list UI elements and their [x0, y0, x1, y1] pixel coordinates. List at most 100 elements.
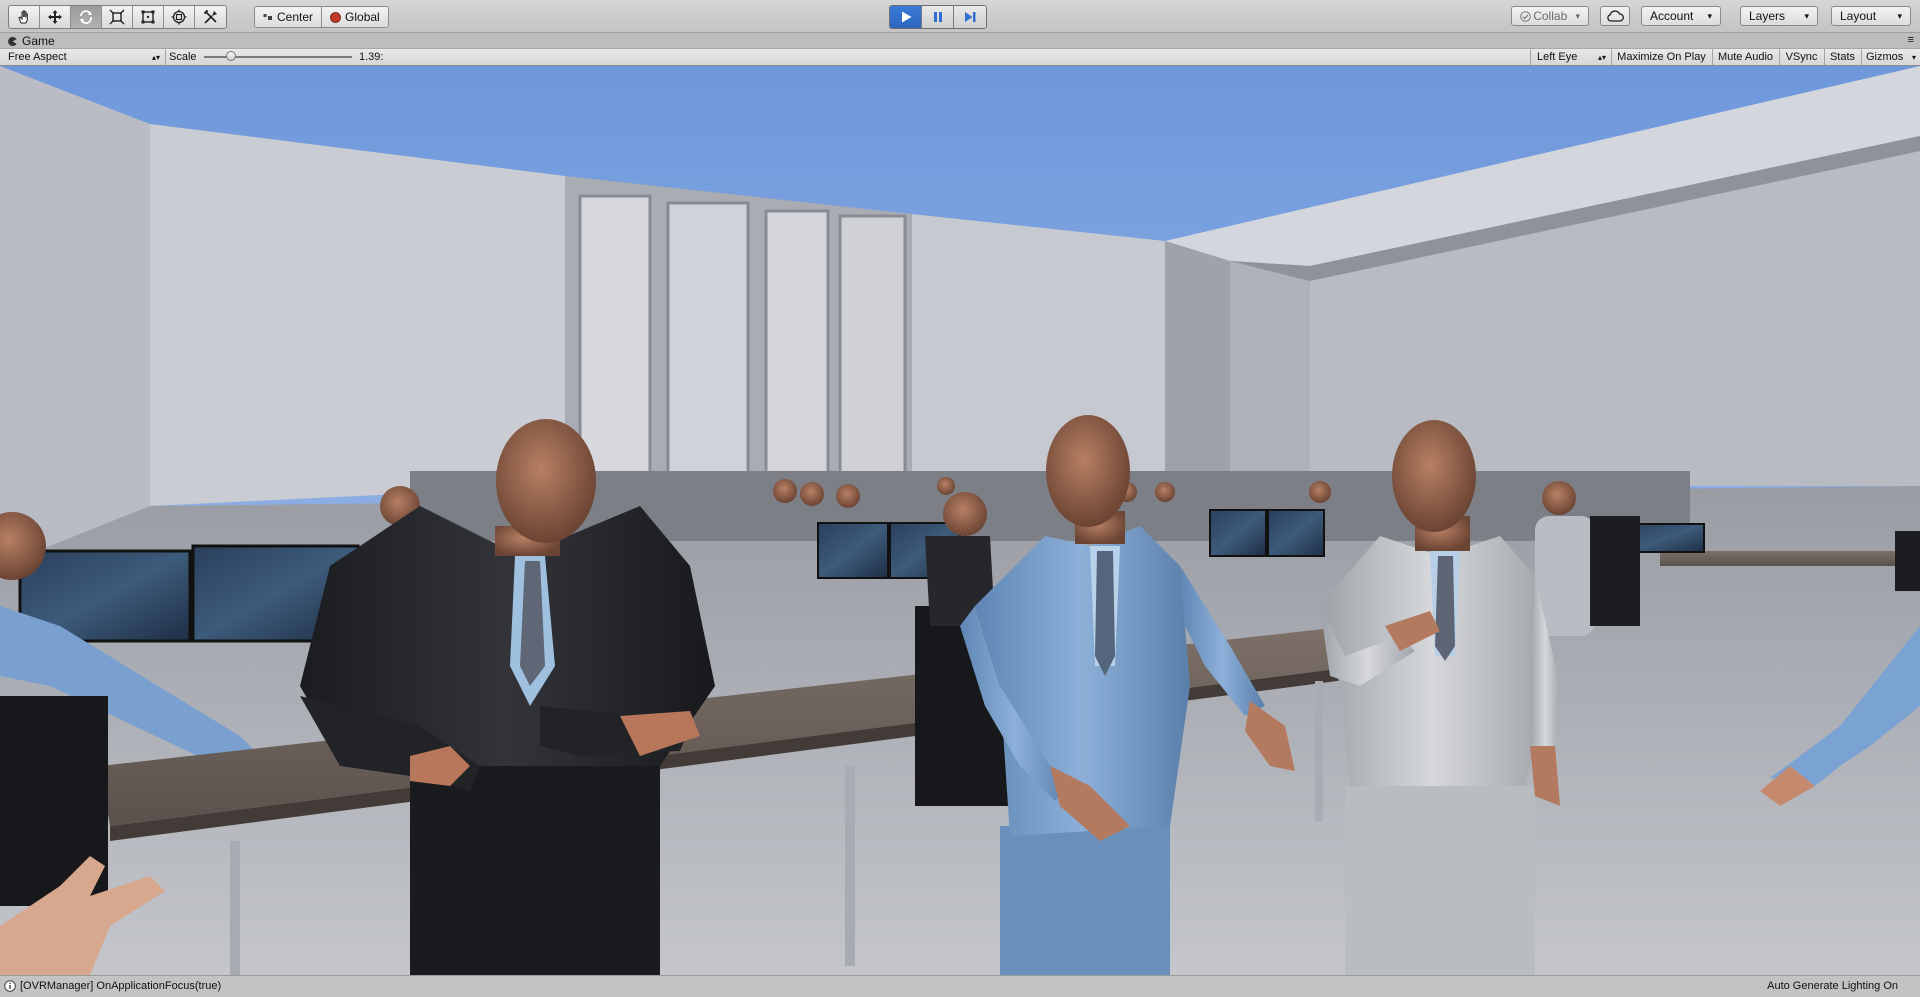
check-circle-icon — [1520, 10, 1531, 22]
office-chair — [1895, 531, 1920, 591]
monitor — [1267, 509, 1325, 557]
eye-dropdown[interactable]: Left Eye ▴▾ — [1530, 49, 1610, 65]
transform-icon — [171, 9, 187, 25]
play-icon — [901, 11, 911, 23]
rotate-icon — [80, 10, 92, 24]
background-person-head — [836, 484, 860, 508]
tab-game-label: Game — [22, 34, 55, 48]
back-desk — [1660, 551, 1900, 566]
collab-caret-icon: ▾ — [1575, 10, 1580, 21]
right-wall — [1230, 261, 1310, 486]
move-icon — [48, 10, 62, 24]
mute-audio-toggle[interactable]: Mute Audio — [1712, 49, 1778, 65]
stats-toggle[interactable]: Stats — [1824, 49, 1860, 65]
background-person-head — [800, 482, 824, 506]
pivot-toggles: Center Global — [254, 6, 389, 28]
background-person-head — [1542, 481, 1576, 515]
cloud-icon — [1607, 10, 1624, 22]
seated-person-head — [943, 492, 987, 536]
pause-button[interactable] — [922, 6, 954, 28]
cloud-button[interactable] — [1600, 6, 1630, 26]
main-toolbar: Center Global Collab ▾ Account ▾ Layers … — [0, 0, 1920, 33]
right-wall-shadow — [1165, 241, 1230, 486]
office-chair — [1590, 516, 1640, 626]
move-tool-button[interactable] — [40, 6, 71, 28]
gizmos-caret-icon: ▾ — [1911, 52, 1916, 62]
custom-tool-icon — [203, 9, 217, 24]
hand-tool-button[interactable] — [9, 6, 40, 28]
console-message-text: [OVRManager] OnApplicationFocus(true) — [20, 980, 222, 992]
window-pane — [838, 214, 907, 483]
play-button[interactable] — [890, 6, 922, 28]
game-viewport[interactable] — [0, 66, 1920, 975]
window-pane — [764, 209, 830, 483]
scale-tool-button[interactable] — [102, 6, 133, 28]
status-bar: [OVRManager] OnApplicationFocus(true) Au… — [0, 975, 1920, 997]
scale-value: 1.39: — [359, 51, 384, 63]
pivot-mode-label: Center — [277, 10, 314, 24]
playback-controls — [889, 5, 987, 29]
window-pane — [578, 194, 652, 483]
tab-game[interactable]: Game — [8, 34, 55, 48]
office-scene-render — [0, 66, 1920, 975]
rect-tool-button[interactable] — [133, 6, 164, 28]
rect-tool-icon — [141, 10, 155, 24]
pivot-rotation-button[interactable]: Global — [322, 7, 388, 27]
lighting-status: Auto Generate Lighting On — [1767, 980, 1898, 992]
gizmos-label: Gizmos — [1866, 51, 1904, 63]
back-left-wall — [150, 124, 565, 506]
collab-dropdown[interactable]: Collab ▾ — [1511, 6, 1589, 26]
pivot-center-icon — [263, 14, 272, 20]
maximize-on-play-toggle[interactable]: Maximize On Play — [1611, 49, 1711, 65]
monitor — [1629, 523, 1705, 553]
step-button[interactable] — [954, 6, 986, 28]
monitor — [817, 522, 889, 579]
account-label: Account — [1650, 9, 1694, 23]
background-person-head — [773, 479, 797, 503]
aspect-dropdown[interactable]: Free Aspect ▴▾ — [0, 49, 164, 65]
console-message[interactable]: [OVRManager] OnApplicationFocus(true) — [4, 980, 221, 992]
desk-leg — [845, 766, 855, 966]
pivot-rotation-label: Global — [345, 10, 380, 24]
scale-icon — [109, 9, 125, 25]
monitor — [1209, 509, 1267, 557]
collab-label: Collab — [1533, 9, 1568, 23]
pause-icon — [933, 12, 942, 22]
layers-caret-icon: ▾ — [1804, 10, 1809, 21]
layout-label: Layout — [1840, 9, 1877, 23]
background-person-head — [1309, 481, 1331, 503]
gizmos-dropdown[interactable]: Gizmos ▾ — [1861, 49, 1920, 65]
account-dropdown[interactable]: Account ▾ — [1641, 6, 1721, 26]
eye-label: Left Eye — [1537, 51, 1578, 63]
layers-dropdown[interactable]: Layers ▾ — [1740, 6, 1818, 26]
aspect-caret-icon: ▴▾ — [151, 52, 160, 62]
layout-dropdown[interactable]: Layout ▾ — [1831, 6, 1911, 26]
scale-label: Scale — [169, 51, 197, 63]
account-caret-icon: ▾ — [1707, 10, 1712, 21]
aspect-label: Free Aspect — [8, 51, 67, 63]
pivot-mode-button[interactable]: Center — [255, 7, 323, 27]
step-icon — [965, 12, 976, 22]
transform-tool-button[interactable] — [164, 6, 195, 28]
hand-icon — [18, 10, 28, 24]
pacman-icon — [8, 36, 17, 46]
transform-tools — [8, 5, 227, 29]
background-person-head — [1155, 482, 1175, 502]
custom-tool-button[interactable] — [195, 6, 226, 28]
info-icon — [4, 980, 16, 992]
layers-label: Layers — [1749, 9, 1786, 23]
window-pane — [666, 201, 750, 483]
layout-caret-icon: ▾ — [1897, 10, 1902, 21]
desk-leg — [1315, 681, 1323, 821]
desk-leg — [230, 841, 240, 975]
vsync-toggle[interactable]: VSync — [1779, 49, 1823, 65]
game-view-bar: Free Aspect ▴▾ Scale 1.39: Left Eye ▴▾ M… — [0, 48, 1920, 66]
eye-caret-icon: ▴▾ — [1597, 52, 1606, 62]
scale-slider-thumb[interactable] — [225, 51, 236, 61]
rotate-tool-button[interactable] — [71, 6, 102, 28]
back-right-wall — [912, 214, 1165, 486]
left-wall — [0, 66, 150, 566]
game-tab-row: Game ≡ — [0, 33, 1920, 48]
globe-icon — [330, 11, 341, 23]
tab-menu-icon[interactable]: ≡ — [1908, 34, 1914, 46]
